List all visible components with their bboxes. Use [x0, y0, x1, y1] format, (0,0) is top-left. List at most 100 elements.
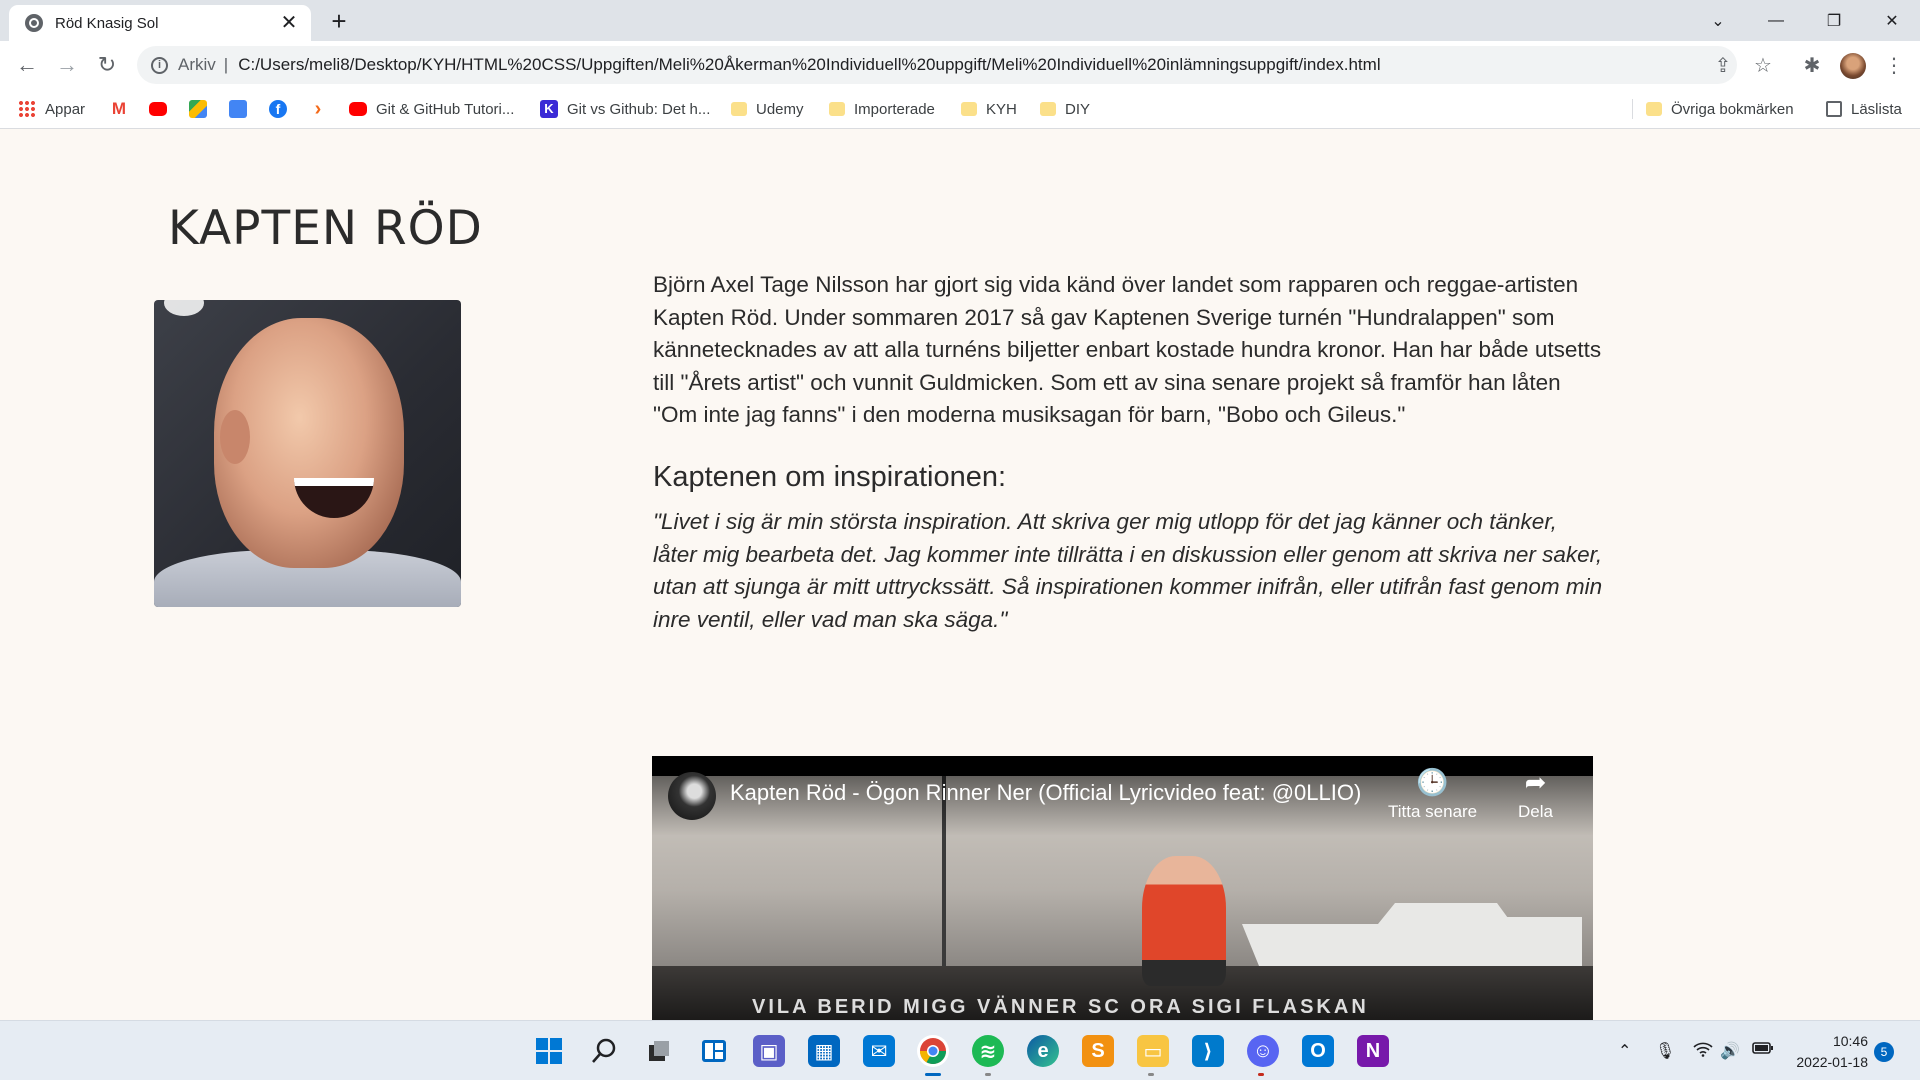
- video-title[interactable]: Kapten Röd - Ögon Rinner Ner (Official L…: [730, 780, 1361, 806]
- portrait-glare: [164, 300, 204, 316]
- windows-taskbar: ▣ ▦ ✉ ≋ e S ▭ ⟩ ☺ O N ⌃ 🎙 🔊 10:46 2022-0…: [0, 1020, 1920, 1080]
- bookmark-youtube[interactable]: [149, 97, 176, 121]
- bookmark-git-vs-github[interactable]: K Git vs Github: Det h...: [540, 97, 710, 121]
- bookmark-kyh[interactable]: KYH: [961, 97, 1017, 121]
- search-icon[interactable]: [588, 1035, 620, 1067]
- speaker-icon[interactable]: 🔊: [1720, 1041, 1740, 1061]
- sublime-text-icon[interactable]: S: [1082, 1035, 1114, 1067]
- system-clock[interactable]: 10:46 2022-01-18: [1788, 1031, 1868, 1073]
- channel-avatar[interactable]: [668, 772, 716, 820]
- translate-icon: [229, 100, 247, 118]
- youtube-video-embed[interactable]: VILA BERID MIGG VÄNNER SC ORA SIGI FLASK…: [652, 756, 1593, 1020]
- restore-button[interactable]: ❐: [1806, 0, 1862, 41]
- chevron-icon: ›: [314, 98, 322, 120]
- new-tab-button[interactable]: +: [325, 7, 353, 35]
- youtube-icon: [349, 102, 367, 116]
- close-window-button[interactable]: ✕: [1864, 0, 1920, 41]
- task-view-icon[interactable]: [643, 1035, 675, 1067]
- clock-time: 10:46: [1832, 1033, 1868, 1049]
- inspiration-heading: Kaptenen om inspirationen:: [653, 461, 1007, 493]
- onenote-icon[interactable]: N: [1357, 1035, 1389, 1067]
- page-content: KAPTEN RÖD Björn Axel Tage Nilsson har g…: [0, 129, 1920, 1020]
- folder-icon: [1040, 102, 1056, 116]
- reading-list-icon: [1826, 101, 1842, 117]
- apps-grid-icon: [18, 100, 36, 118]
- url-text[interactable]: C:/Users/meli8/Desktop/KYH/HTML%20CSS/Up…: [238, 55, 1380, 75]
- clock-icon: 🕒: [1416, 767, 1449, 797]
- start-icon[interactable]: [533, 1035, 565, 1067]
- browser-toolbar: ← → ↻ i Arkiv | C:/Users/meli8/Desktop/K…: [0, 41, 1920, 89]
- tab-title: Röd Knasig Sol: [55, 14, 159, 32]
- globe-icon: [25, 14, 43, 32]
- wifi-icon[interactable]: [1693, 1041, 1713, 1062]
- edge-icon[interactable]: e: [1027, 1035, 1059, 1067]
- profile-avatar[interactable]: [1840, 53, 1866, 79]
- folder-icon: [1646, 102, 1662, 116]
- reload-button[interactable]: ↻: [91, 49, 123, 81]
- youtube-icon: [149, 102, 167, 116]
- bookmark-git-github-tutorial[interactable]: Git & GitHub Tutori...: [349, 97, 514, 121]
- tab-strip: Röd Knasig Sol ✕ + ⌄ — ❐ ✕: [0, 0, 1920, 41]
- k-icon: K: [540, 100, 558, 118]
- close-tab-icon[interactable]: ✕: [279, 13, 299, 33]
- minimize-button[interactable]: —: [1748, 0, 1804, 41]
- bookmark-diy[interactable]: DIY: [1040, 97, 1090, 121]
- teams-chat-icon[interactable]: ▣: [753, 1035, 785, 1067]
- folder-icon: [829, 102, 845, 116]
- share-icon[interactable]: ⇪: [1711, 53, 1735, 77]
- spotify-open-indicator: [985, 1073, 991, 1076]
- explorer-open-indicator: [1148, 1073, 1154, 1076]
- show-hidden-icons-chevron-up-icon[interactable]: ⌃: [1618, 1041, 1631, 1061]
- bookmark-importerade[interactable]: Importerade: [829, 97, 935, 121]
- file-explorer-icon[interactable]: ▭: [1137, 1035, 1169, 1067]
- scheme-label: Arkiv: [178, 55, 216, 74]
- widgets-icon[interactable]: [698, 1035, 730, 1067]
- menu-icon[interactable]: ⋮: [1882, 53, 1906, 77]
- separator: |: [223, 55, 229, 74]
- bookmark-gmail[interactable]: M: [110, 97, 137, 121]
- maps-icon: [189, 100, 207, 118]
- clock-date: 2022-01-18: [1796, 1054, 1868, 1070]
- watch-later-button[interactable]: 🕒 Titta senare: [1388, 768, 1477, 822]
- forward-button[interactable]: →: [51, 49, 83, 81]
- address-bar[interactable]: i Arkiv | C:/Users/meli8/Desktop/KYH/HTM…: [137, 46, 1737, 84]
- discord-open-indicator: [1258, 1073, 1264, 1076]
- store-icon[interactable]: ▦: [808, 1035, 840, 1067]
- bookmark-other[interactable]: Övriga bokmärken: [1646, 97, 1794, 121]
- artist-bio: Björn Axel Tage Nilsson har gjort sig vi…: [653, 272, 1602, 427]
- bookmark-apps[interactable]: Appar: [18, 97, 85, 121]
- chrome-icon[interactable]: [917, 1035, 949, 1067]
- share-video-button[interactable]: ➦ Dela: [1518, 768, 1553, 822]
- bookmark-chevron[interactable]: ›: [309, 97, 336, 121]
- chrome-active-indicator: [925, 1073, 941, 1076]
- video-graffiti: VILA BERID MIGG VÄNNER SC ORA SIGI FLASK…: [752, 996, 1369, 1018]
- microphone-icon[interactable]: 🎙: [1655, 1041, 1675, 1061]
- info-icon[interactable]: i: [151, 56, 168, 74]
- reading-list[interactable]: Läslista: [1826, 97, 1902, 121]
- facebook-icon: f: [269, 100, 287, 118]
- folder-icon: [731, 102, 747, 116]
- extensions-icon[interactable]: ✱: [1800, 53, 1824, 77]
- vscode-icon[interactable]: ⟩: [1192, 1035, 1224, 1067]
- bookmarks-bar: Appar M f › Git & GitHub Tutori... K Git…: [0, 89, 1920, 129]
- mail-icon[interactable]: ✉: [863, 1035, 895, 1067]
- browser-tab[interactable]: Röd Knasig Sol ✕: [9, 5, 311, 41]
- back-button[interactable]: ←: [11, 49, 43, 81]
- notification-badge[interactable]: 5: [1874, 1042, 1894, 1062]
- spotify-icon[interactable]: ≋: [972, 1035, 1004, 1067]
- share-arrow-icon: ➦: [1524, 767, 1547, 797]
- bookmark-facebook[interactable]: f: [269, 97, 296, 121]
- bookmark-udemy[interactable]: Udemy: [731, 97, 804, 121]
- outlook-icon[interactable]: O: [1302, 1035, 1334, 1067]
- battery-icon[interactable]: [1752, 1041, 1774, 1060]
- gmail-icon: M: [111, 99, 127, 118]
- folder-icon: [961, 102, 977, 116]
- page-title: KAPTEN RÖD: [168, 201, 483, 256]
- bookmark-star-icon[interactable]: ☆: [1751, 53, 1775, 77]
- artist-portrait: [154, 300, 461, 607]
- portrait-ear: [220, 410, 250, 464]
- tab-search-chevron-down-icon[interactable]: ⌄: [1690, 0, 1746, 41]
- discord-icon[interactable]: ☺: [1247, 1035, 1279, 1067]
- bookmark-maps[interactable]: [189, 97, 216, 121]
- bookmark-translate[interactable]: [229, 97, 256, 121]
